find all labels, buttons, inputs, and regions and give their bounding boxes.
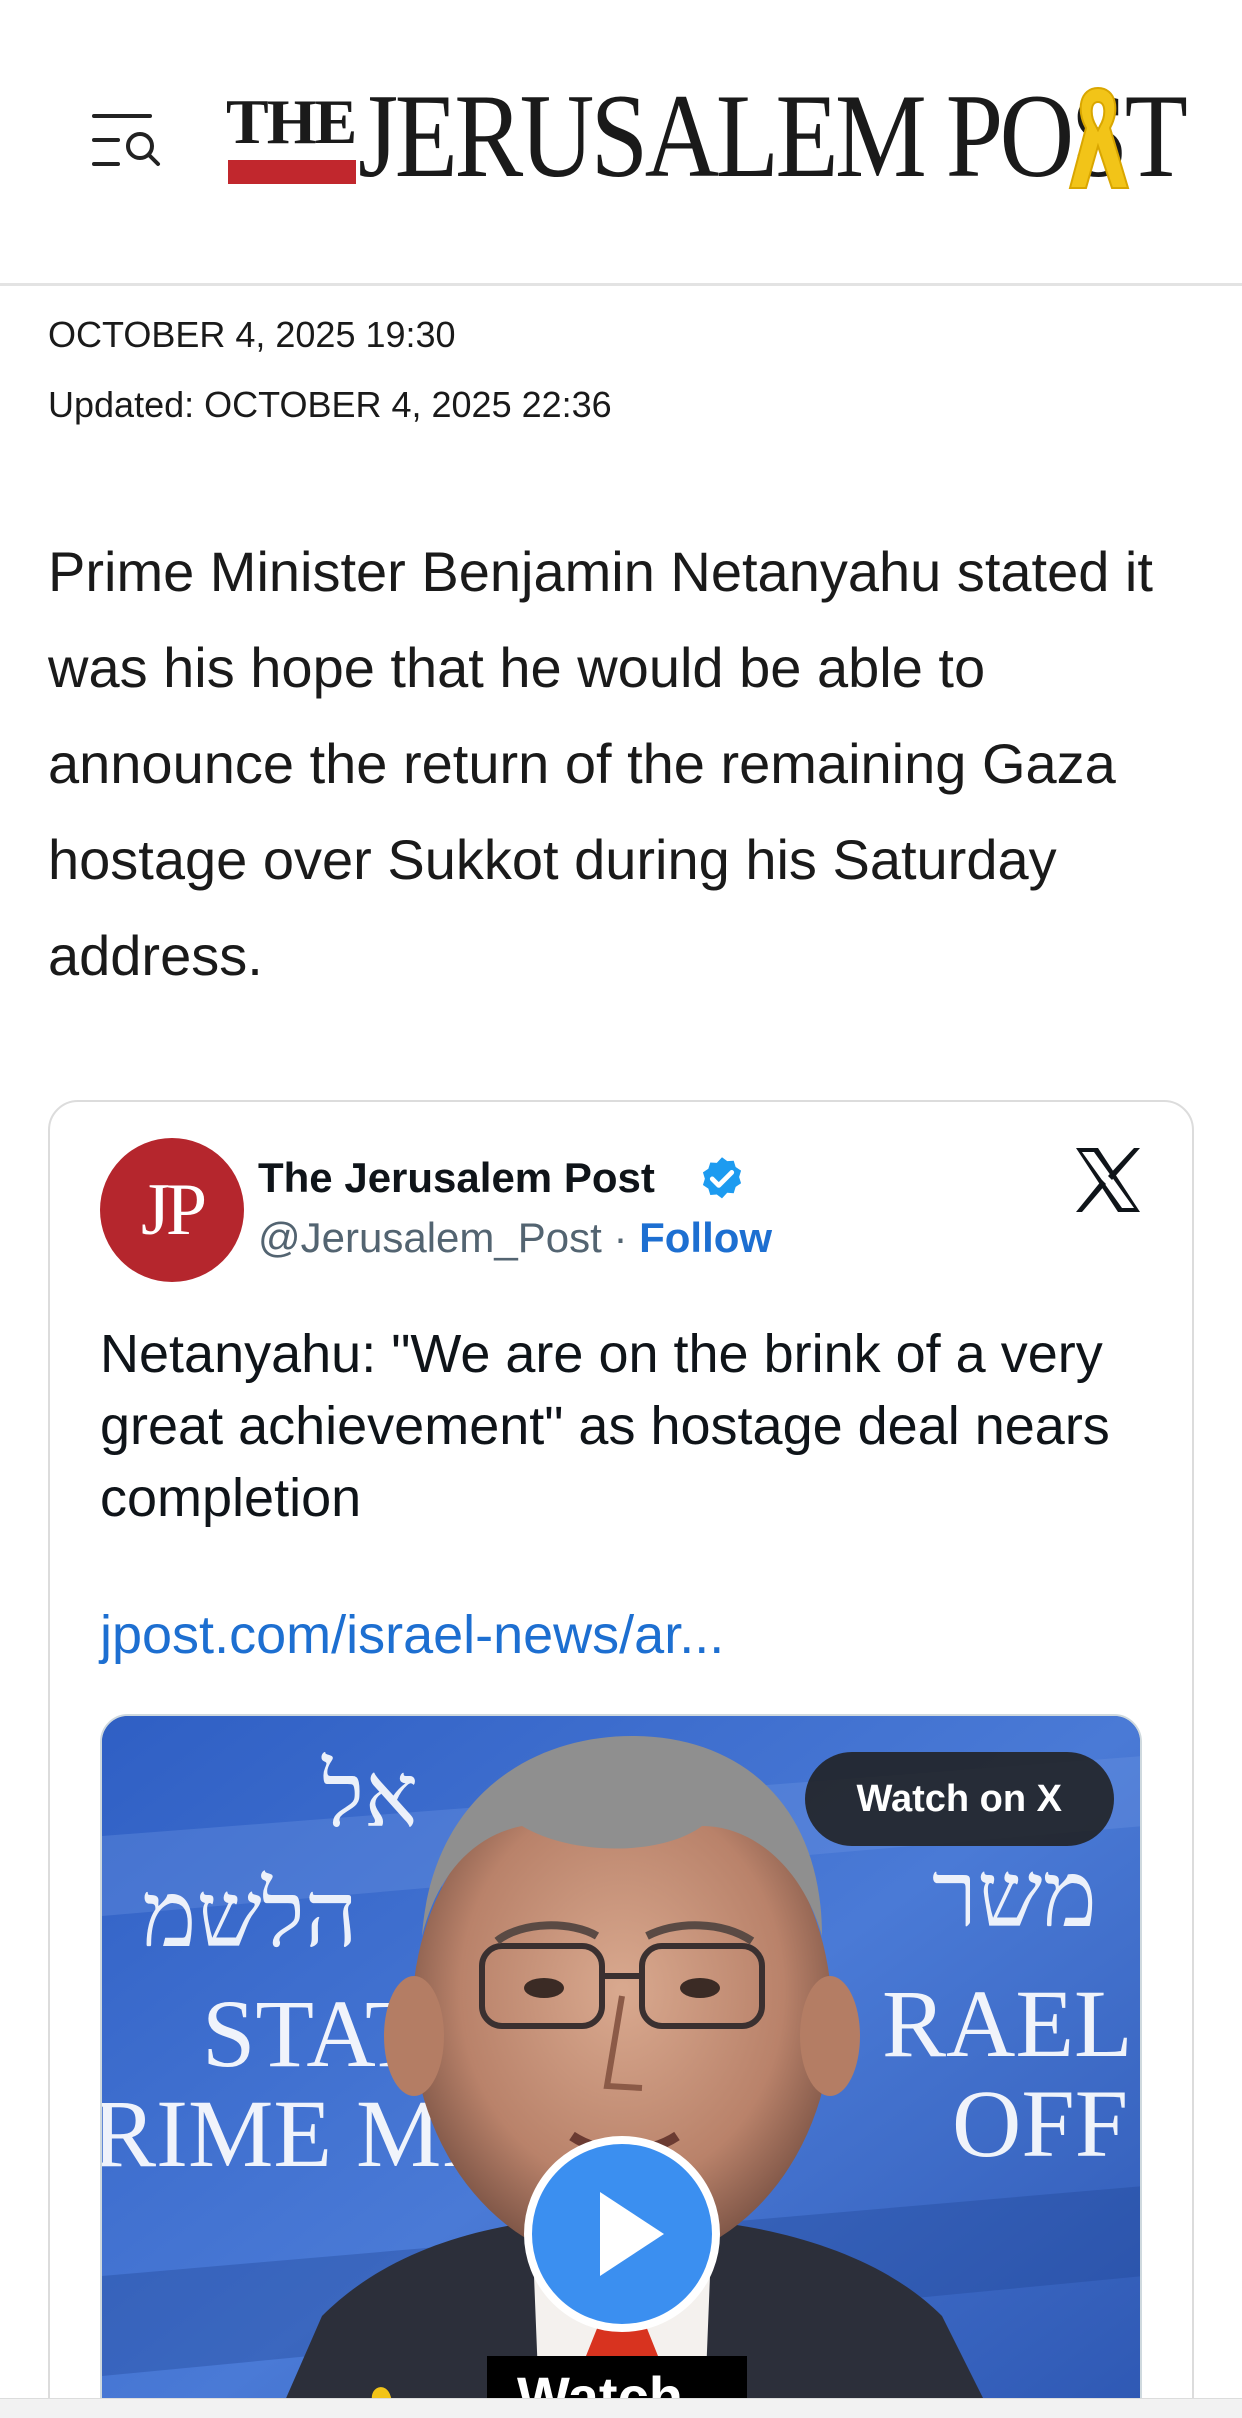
- logo-red-bar: [228, 160, 356, 184]
- yellow-ribbon-icon: [1068, 86, 1130, 189]
- embedded-tweet[interactable]: JP The Jerusalem Post @Jerusalem_Post · …: [48, 1100, 1194, 2418]
- bg-hebrew-top: אל: [321, 1743, 418, 1848]
- follow-button[interactable]: Follow: [639, 1214, 772, 1261]
- published-date: OCTOBER 4, 2025 19:30: [48, 314, 456, 355]
- tweet-video[interactable]: אל הלשמ משר STATE RAEL RIME MI OFF Watch…: [100, 1714, 1142, 2418]
- bg-hebrew-right: משר: [932, 1841, 1097, 1948]
- bg-office-right: OFF: [952, 2070, 1128, 2177]
- play-button[interactable]: [524, 2136, 720, 2332]
- tweet-handle-row: @Jerusalem_Post · Follow: [258, 1214, 772, 1262]
- verified-badge-icon: [702, 1157, 742, 1199]
- play-icon: [600, 2192, 664, 2276]
- article-lead: Prime Minister Benjamin Netanyahu stated…: [48, 540, 1153, 987]
- bg-office-left: RIME MI: [102, 2080, 473, 2187]
- logo-the-text: THE: [226, 86, 357, 157]
- x-logo-icon[interactable]: [1072, 1144, 1144, 1216]
- site-header: THE JERUSALEM POST: [0, 0, 1242, 286]
- updated-date: Updated: OCTOBER 4, 2025 22:36: [48, 384, 612, 425]
- watch-on-x-button[interactable]: Watch on X: [804, 1752, 1114, 1846]
- bg-hebrew-left: הלשמ: [142, 1861, 358, 1968]
- tweet-link[interactable]: jpost.com/israel-news/ar...: [100, 1604, 724, 1666]
- logo-name-text: JERUSALEM POST: [358, 69, 1188, 202]
- tweet-handle[interactable]: @Jerusalem_Post: [258, 1214, 602, 1261]
- avatar[interactable]: JP: [100, 1138, 244, 1282]
- tweet-author-name[interactable]: The Jerusalem Post: [258, 1154, 655, 1202]
- tweet-text: Netanyahu: "We are on the brink of a ver…: [100, 1324, 1110, 1528]
- browser-bottom-bar: [0, 2398, 1242, 2418]
- bg-state-right: RAEL: [882, 1970, 1133, 2077]
- site-logo[interactable]: THE JERUSALEM POST: [226, 76, 1188, 210]
- handle-separator: ·: [601, 1214, 640, 1261]
- menu-search-icon[interactable]: [90, 110, 162, 170]
